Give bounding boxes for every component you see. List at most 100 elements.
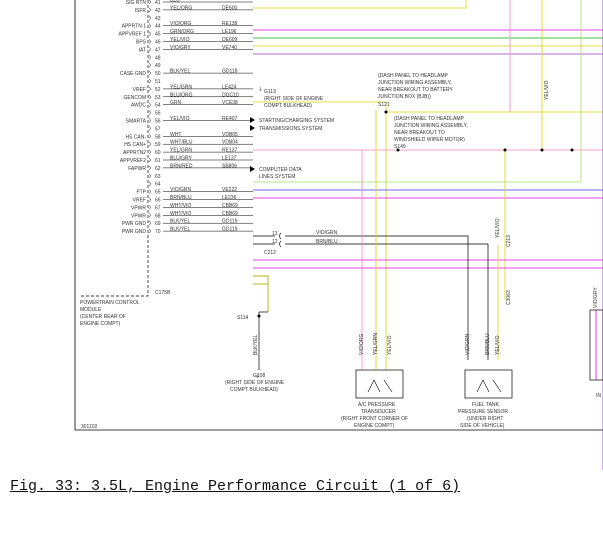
svg-text:BRN/BLU: BRN/BLU — [316, 239, 338, 245]
vio-gry-label: VIO/GRY — [593, 287, 599, 308]
pin-circuit: GD118 — [222, 69, 238, 75]
pin-bracket — [148, 31, 151, 36]
pin-bracket — [148, 181, 151, 186]
connector-label: C175B — [155, 290, 171, 296]
pin-wire-color: YEL/GRN — [170, 148, 192, 154]
pin-circuit: SB806 — [222, 163, 237, 169]
svg-text:BLK/YEL: BLK/YEL — [253, 334, 259, 355]
pin-circuit: LE424 — [222, 84, 237, 90]
pin-number: 69 — [155, 221, 161, 227]
pin-label: AWDC — [131, 103, 146, 109]
pin-bracket — [148, 110, 151, 115]
pin-row-63: 63 — [148, 173, 161, 180]
ground-g113: ⏚ G113 (RIGHT SIDE OF ENGINE COMPT BULKH… — [258, 86, 324, 109]
pin-row-70: PWR GND 70 BLK/YEL GD119 — [122, 227, 253, 235]
pin-circuit: LE196 — [222, 29, 237, 35]
pin-wire-color: BLU — [170, 0, 180, 4]
pin-number: 64 — [155, 182, 161, 188]
pin-bracket — [148, 102, 151, 107]
pin-bracket — [148, 23, 151, 28]
pin-wire-color: GRN/ORG — [170, 29, 194, 35]
pin-circuit: VDB05 — [222, 132, 238, 138]
pin-wire-color: WHT — [170, 132, 181, 138]
pin-label: ISFR — [135, 8, 147, 14]
svg-text:VIO/GRN: VIO/GRN — [316, 230, 338, 236]
pin-label: APPVREF2 — [120, 158, 146, 164]
svg-text:TRANSDUCER: TRANSDUCER — [361, 409, 396, 415]
pin-row-48: 48 — [148, 55, 161, 61]
pin-number: 54 — [155, 103, 161, 109]
pin-label: FAPWR — [128, 166, 146, 172]
pin-bracket — [148, 220, 151, 226]
pin-bracket — [148, 213, 151, 218]
pin-number: 53 — [155, 95, 161, 101]
pin-wire-color: BLK/YEL — [170, 227, 191, 233]
page-code: 301102 — [81, 424, 98, 430]
pin-bracket — [148, 70, 151, 76]
pin-bracket — [148, 189, 151, 194]
pin-number: 62 — [155, 166, 161, 172]
pin-wire-color: BRN/RED — [170, 163, 193, 169]
pin-label: APPRTN2 — [123, 150, 146, 156]
pin-number: 56 — [155, 119, 161, 125]
svg-text:POWERTRAIN CONTROL: POWERTRAIN CONTROL — [80, 300, 140, 306]
pin-number: 51 — [155, 79, 161, 85]
pin-bracket — [148, 205, 151, 210]
pin-wire-color: WHT/VIO — [170, 211, 191, 217]
splice-s114: S114 BLK/YEL ⏚ G108 (RIGHT SIDE OF ENGIN… — [225, 315, 285, 393]
pin-circuit: VE740 — [222, 45, 237, 51]
svg-text:NEAR BREAKOUT TO: NEAR BREAKOUT TO — [394, 130, 445, 136]
svg-text:12: 12 — [272, 239, 278, 245]
pin-row-42: ISFR 42 YEL/ORG DE600 — [135, 5, 253, 14]
pin-circuit: VCE38 — [222, 100, 238, 106]
pin-circuit: VE222 — [222, 187, 237, 193]
c213-label: C213 — [506, 235, 512, 247]
svg-text:BRN/BLU: BRN/BLU — [485, 333, 491, 355]
arrow-data-1: COMPUTER DATA — [259, 167, 302, 173]
system-arrows: STARTING/CHARGING SYSTEM TRANSMISSIONS S… — [250, 117, 334, 180]
svg-text:C212: C212 — [264, 250, 276, 256]
pin-label: APPRTN 1 — [122, 24, 147, 30]
pin-number: 48 — [155, 55, 161, 61]
pin-number: 67 — [155, 205, 161, 211]
svg-text:COMPT BULKHEAD): COMPT BULKHEAD) — [230, 387, 278, 393]
splice-s121-note: (DASH PANEL TO HEADLAMP JUNCTION WIRING … — [378, 73, 453, 108]
pin-circuit: DE600 — [222, 5, 238, 11]
svg-text:(RIGHT SIDE OF ENGINE: (RIGHT SIDE OF ENGINE — [264, 96, 324, 102]
pin-row-43: 43 — [148, 15, 161, 22]
pin-number: 59 — [155, 142, 161, 148]
svg-text:FUEL TANK: FUEL TANK — [472, 402, 500, 408]
in-label: IN — [596, 393, 601, 399]
pin-label: HS CAN+ — [124, 142, 146, 148]
svg-text:PRESSURE SENSOR: PRESSURE SENSOR — [458, 409, 508, 415]
svg-text:YEL/GRN: YEL/GRN — [373, 333, 379, 355]
pin-number: 55 — [155, 111, 161, 117]
pin-bracket — [148, 118, 151, 123]
pin-number: 42 — [155, 8, 161, 14]
pin-label: VPWR — [131, 205, 146, 211]
fuel-tank-pressure-sensor: VIO/GRN BRN/BLU YEL/VIO FUEL TANK PRESSU… — [458, 333, 513, 429]
pin-label: PWR GND — [122, 221, 147, 227]
svg-text:COMPT BULKHEAD): COMPT BULKHEAD) — [264, 103, 312, 109]
pin-circuit: RE138 — [222, 21, 238, 27]
pin-circuit: CBB69 — [222, 203, 238, 209]
pin-number: 45 — [155, 32, 161, 38]
ac-pressure-transducer: VIO/ORG YEL/GRN YEL/VIO A/C PRESSURE TRA… — [341, 333, 408, 429]
pin-circuit: VDB04 — [222, 140, 238, 146]
pin-wire-color: YEL/VIO — [170, 37, 190, 43]
svg-text:ENGINE COMPT): ENGINE COMPT) — [80, 321, 121, 327]
svg-text:S149: S149 — [394, 144, 406, 150]
pin-wire-color: YEL/ORG — [170, 5, 192, 11]
pin-bracket — [148, 141, 151, 147]
svg-text:VIO/GRN: VIO/GRN — [465, 333, 471, 355]
pin-circuit: RE137 — [222, 148, 238, 154]
svg-text:SIDE OF VEHICLE): SIDE OF VEHICLE) — [460, 423, 505, 429]
pin-wire-color: BLK/YEL — [170, 69, 191, 75]
pin-wire-color: BLU/GRY — [170, 156, 193, 162]
pin-number: 49 — [155, 63, 161, 69]
pin-wire-color: YEL/GRN — [170, 84, 192, 90]
pin-number: 44 — [155, 24, 161, 30]
svg-text:(RIGHT FRONT CORNER OF: (RIGHT FRONT CORNER OF — [341, 416, 408, 422]
pin-circuit: DGC10 — [222, 92, 239, 98]
svg-text:13: 13 — [272, 231, 278, 237]
